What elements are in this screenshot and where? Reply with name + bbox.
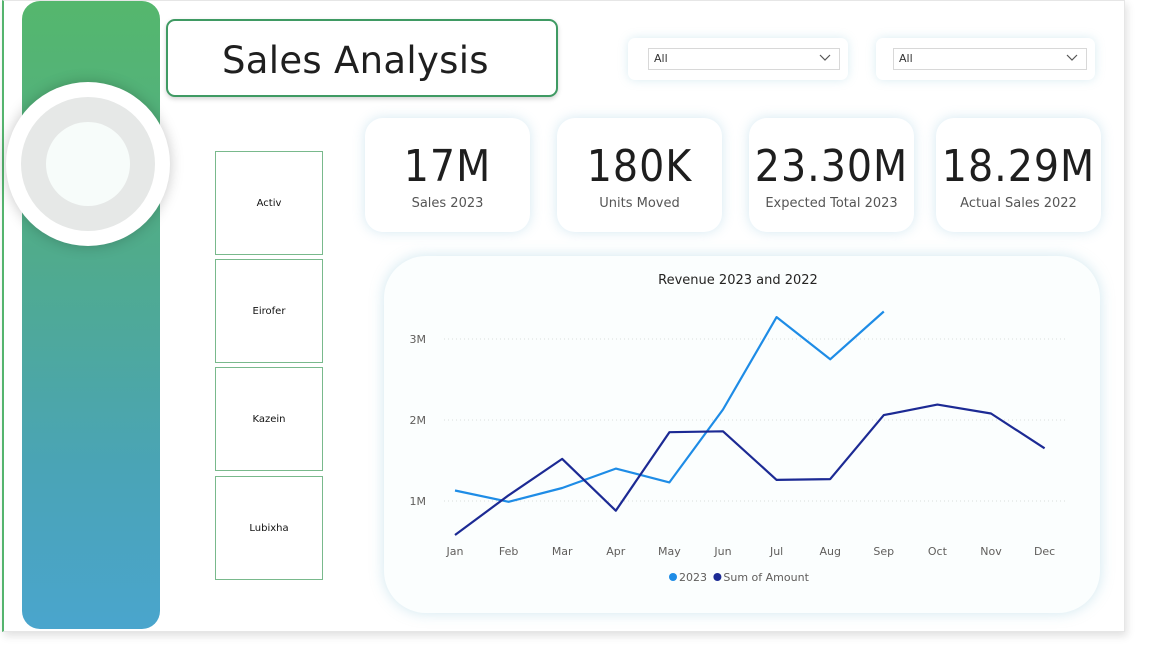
chevron-down-icon: [819, 54, 831, 61]
x-tick-label: Feb: [499, 545, 518, 558]
x-tick-label: Oct: [928, 545, 948, 558]
product-button-activ[interactable]: Activ: [215, 151, 323, 255]
x-tick-label: Dec: [1034, 545, 1055, 558]
kpi-label: Actual Sales 2022: [960, 196, 1077, 211]
y-tick-label: 1M: [410, 495, 427, 508]
chevron-down-icon: [1066, 54, 1078, 61]
legend-label: 2023: [679, 571, 707, 584]
legend-marker: [713, 573, 722, 581]
x-tick-label: Jun: [713, 545, 731, 558]
kpi-label: Sales 2023: [411, 196, 484, 211]
kpi-label: Units Moved: [599, 196, 680, 211]
logo-placeholder: [6, 82, 170, 246]
legend-marker: [669, 573, 677, 581]
product-button-label: Eirofer: [252, 305, 286, 317]
x-tick-label: Sep: [873, 545, 894, 558]
product-button-eirofer[interactable]: Eirofer: [215, 259, 323, 363]
x-tick-label: Jul: [769, 545, 783, 558]
series-line-sum-of-amount: [454, 403, 1046, 536]
kpi-card-actual-sales-2022: 18.29M Actual Sales 2022: [936, 118, 1101, 232]
title-card: Sales Analysis: [166, 19, 558, 97]
filter-dropdown-1-value: All: [654, 52, 668, 65]
product-button-label: Activ: [256, 197, 282, 209]
kpi-value: 23.30M: [754, 141, 909, 192]
kpi-card-expected-total-2023: 23.30M Expected Total 2023: [749, 118, 914, 232]
x-tick-label: Apr: [606, 545, 626, 558]
revenue-chart-card: Revenue 2023 and 2022 1M 2M 3M Jan Feb Mar Ap…: [384, 256, 1100, 613]
kpi-value: 18.29M: [941, 141, 1096, 192]
revenue-line-chart: Revenue 2023 and 2022 1M 2M 3M Jan Feb Mar Ap…: [410, 273, 1068, 584]
x-tick-label: Nov: [980, 545, 1002, 558]
y-tick-label: 3M: [410, 333, 427, 346]
kpi-card-units-moved: 180K Units Moved: [557, 118, 722, 232]
x-tick-label: Mar: [552, 545, 573, 558]
x-tick-label: May: [658, 545, 681, 558]
x-tick-label: Aug: [819, 545, 840, 558]
filter-dropdown-2[interactable]: All: [893, 48, 1087, 70]
filter-dropdown-2-value: All: [899, 52, 913, 65]
legend-label: Sum of Amount: [723, 571, 809, 584]
filter-dropdown-1[interactable]: All: [648, 48, 840, 70]
page-title: Sales Analysis: [222, 39, 489, 82]
x-tick-label: Jan: [446, 545, 464, 558]
filter-card-2: All: [876, 38, 1095, 80]
y-tick-label: 2M: [410, 414, 427, 427]
logo-inner-circle: [46, 122, 130, 206]
chart-title: Revenue 2023 and 2022: [658, 273, 818, 288]
product-button-label: Kazein: [252, 413, 286, 425]
series-line-2023: [454, 310, 885, 503]
product-button-label: Lubixha: [249, 522, 289, 534]
kpi-label: Expected Total 2023: [765, 196, 898, 211]
product-button-lubixha[interactable]: Lubixha: [215, 476, 323, 580]
kpi-card-sales-2023: 17M Sales 2023: [365, 118, 530, 232]
kpi-value: 180K: [586, 141, 693, 192]
kpi-value: 17M: [403, 141, 492, 192]
product-button-kazein[interactable]: Kazein: [215, 367, 323, 471]
filter-card-1: All: [628, 38, 848, 80]
